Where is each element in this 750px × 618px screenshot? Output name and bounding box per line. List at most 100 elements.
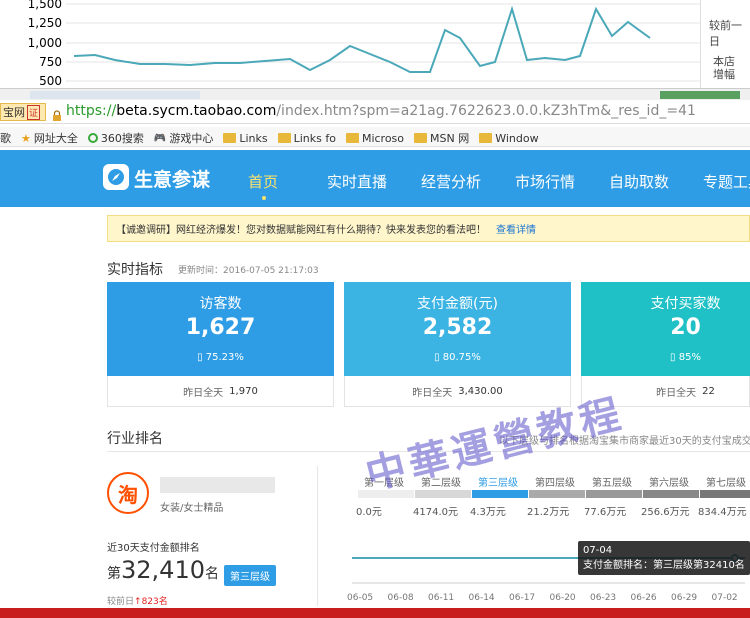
url-domain: beta.sycm.taobao.com [116,103,277,119]
tier-threshold: 834.4万元 [698,507,747,518]
compare-value: 823名 [141,597,168,607]
bookmark-label: 游戏中心 [169,132,214,145]
tier-bar [529,490,585,498]
card-value: 2,582 [422,315,493,340]
bookmark-2[interactable]: 🎮 游戏中心 [154,130,213,146]
bookmark-label: 网址大全 [33,132,78,145]
nav-realtime[interactable]: 实时直播 [327,171,387,192]
x-tick-label: 06-23 [590,593,617,603]
tier-label: 第四层级 [535,478,575,489]
folder-icon [223,133,237,143]
x-tick-label: 06-29 [671,593,698,603]
card-pct-value: 80.75% [442,352,481,363]
bookmark-7[interactable]: Window [479,132,539,145]
url-rest: /index.htm?spm=a21ag.7622623.0.0.kZ3hTm&… [276,103,696,119]
active-dot [262,196,266,200]
bookmark-6[interactable]: MSN 网 [414,130,469,146]
y-tick-label: 750 [39,55,62,69]
bookmark-label: MSN 网 [430,132,470,145]
bookmark-3[interactable]: Links [223,131,268,145]
card-pct: ▯ 80.75% [344,352,571,363]
y-tick-label: 1,250 [28,16,62,30]
card-visitors[interactable]: 访客数 1,627 ▯ 75.23% [107,282,334,376]
nav-market[interactable]: 市场行情 [515,171,575,192]
card-buyers[interactable]: 支付买家数 20 ▯ 85% [581,282,750,376]
strip-tab [30,91,200,99]
foot-value: 22 [702,385,715,397]
phone-icon: ▯ [434,352,443,363]
card-pct: ▯ 85% [601,352,750,363]
tier-bar [700,490,750,498]
y-tick-label: 1,500 [28,0,62,11]
bookmark-5[interactable]: Microso [345,132,404,145]
card-label: 支付金额(元) [417,296,498,312]
bookmark-label: 360搜索 [100,132,144,145]
rank-compare: 较前日↑823名 [107,594,168,607]
foot-value: 1,970 [229,385,258,397]
tier-badge: 第三层级 [224,565,276,586]
foot-label: 昨日全天 [183,387,224,399]
rank-suffix: 名 [204,566,219,582]
y-tick-label: 500 [39,74,62,88]
phone-icon: ▯ [670,352,679,363]
bookmark-4[interactable]: Links fo [277,131,336,145]
updated-label: 更新时间： [178,266,224,276]
rank-prefix: 第 [107,566,121,582]
window-strip [0,88,750,100]
url-field[interactable]: https://beta.sycm.taobao.com/index.htm?s… [66,103,696,119]
taskbar-strip [0,608,750,618]
x-tick-label: 06-17 [509,593,536,603]
main-nav: 生意参谋 首页 实时直播 经营分析 市场行情 自助取数 专题工具 [0,150,750,207]
card-foot: 昨日全天 1,970 [107,376,334,407]
tier-threshold: 256.6万元 [641,507,690,518]
search360-icon [87,133,98,143]
card-pct-value: 85% [678,352,701,363]
top-chart: 1,500 1,250 1,000 750 500 [0,0,700,88]
top-line-chart: 1,500 1,250 1,000 750 500 [28,0,700,88]
nav-home[interactable]: 首页 [248,171,278,192]
nav-tools[interactable]: 专题工具 [703,171,750,192]
tier-threshold: 4174.0元 [413,507,458,518]
bookmark-label: Links [239,131,268,145]
nav-analysis[interactable]: 经营分析 [421,171,481,192]
folder-icon [479,133,493,143]
phone-icon: ▯ [197,352,206,363]
folder-icon [345,133,359,143]
x-tick-label: 07-02 [711,593,738,603]
x-tick-label: 06-05 [347,593,374,603]
tier-label: 第三层级 [478,478,518,489]
tier-bar [643,490,699,498]
bookmark-0[interactable]: ★ 网址大全 [21,130,78,146]
site-tab[interactable]: 宝网 证 [0,103,46,121]
bookmark-label: Links fo [293,131,336,145]
tier-threshold: 77.6万元 [584,507,627,518]
rank-display: 第32,410名 [107,556,219,584]
updated-value: 2016-07-05 21:17:03 [223,266,319,276]
gamepad-icon: 🎮 [153,132,167,144]
rank-value: 32,410 [121,556,205,584]
card-value: 20 [670,315,701,340]
bookmark-1[interactable]: 360搜索 [87,130,144,146]
tier-threshold: 21.2万元 [527,507,570,518]
bookmarks-bar: 歌 ★ 网址大全 360搜索 🎮 游戏中心 Links Links fo Micro… [0,127,750,147]
x-tick-label: 06-14 [468,593,495,603]
nav-selfservice[interactable]: 自助取数 [609,171,669,192]
tier-bar [415,490,471,498]
folder-icon [277,133,291,143]
lock-icon [52,106,62,121]
taobao-icon: 淘 [107,472,149,514]
card-payment[interactable]: 支付金额(元) 2,582 ▯ 80.75% [344,282,571,376]
notice-link[interactable]: 查看详情 [496,221,536,236]
folder-icon [414,133,428,143]
industry-title: 行业排名 [107,431,163,447]
card-label: 访客数 [199,296,242,312]
notice-text: 【诚邀调研】网红经济爆发！您对数据赋能网红有什么期待？快来发表您的看法吧！ [116,225,486,236]
vertical-divider [317,466,318,606]
notice-banner: 【诚邀调研】网红经济爆发！您对数据赋能网红有什么期待？快来发表您的看法吧！ 查看… [107,215,750,242]
site-tab-text: 宝网 [3,106,25,119]
url-prefix: https:// [66,103,117,119]
updated-time: 更新时间：2016-07-05 21:17:03 [178,263,319,276]
site-tab-badge: 证 [27,104,41,120]
bookmark-list: 歌 ★ 网址大全 360搜索 🎮 游戏中心 Links Links fo Micro… [0,130,549,146]
compare-label: 较前日 [107,597,135,607]
